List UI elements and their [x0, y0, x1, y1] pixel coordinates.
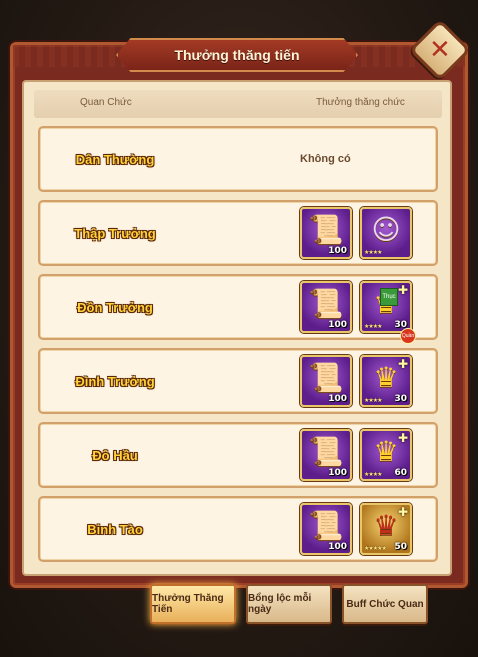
header-rank: Quan Chức: [80, 97, 132, 108]
close-icon: ✕: [429, 34, 451, 65]
title-banner: Thưởng thăng tiến: [116, 38, 358, 72]
hero-reward-item[interactable]: ☺ ★★★★: [360, 207, 412, 259]
faction-tag: Thục: [380, 288, 398, 306]
reward-panel: Quan Chức Thưởng thăng chức Dân Thường K…: [22, 80, 452, 576]
scroll-icon: 📜: [308, 435, 344, 468]
item-quantity: 100: [328, 246, 347, 256]
tab-official-buff[interactable]: Buff Chức Quan: [342, 584, 428, 624]
scroll-reward-item[interactable]: 📜 100: [300, 503, 352, 555]
table-row: Binh Tào 📜 100 ♛ ✚ ★★★★★ 50: [38, 496, 438, 562]
scroll-reward-item[interactable]: 📜 100: [300, 281, 352, 333]
table-row: Đô Hầu 📜 100 ♛ ✚ ★★★★ 60: [38, 422, 438, 488]
table-row: Thập Trưởng 📜 100 ☺ ★★★★: [38, 200, 438, 266]
fragment-plus-icon: ✚: [397, 283, 408, 297]
rank-name: Đình Trưởng: [75, 373, 155, 389]
table-row: Đình Trưởng 📜 100 ♛ ✚ ★★★★ 30: [38, 348, 438, 414]
item-stars: ★★★★: [364, 249, 382, 256]
fragment-plus-icon: ✚: [397, 357, 408, 371]
table-header: Quan Chức Thưởng thăng chức: [34, 90, 442, 118]
bottom-tabs: Thưởng Thăng Tiến Bổng lộc mỗi ngày Buff…: [0, 584, 478, 628]
window-title: Thưởng thăng tiến: [174, 47, 300, 63]
item-quantity: 100: [328, 542, 347, 552]
hero-fragment-reward-item[interactable]: ♛ ✚ ★★★★★ 50: [360, 503, 412, 555]
rank-name: Dân Thường: [75, 151, 155, 167]
fragment-plus-icon: ✚: [397, 431, 408, 445]
tab-promotion-reward[interactable]: Thưởng Thăng Tiến: [150, 584, 236, 624]
rank-name: Binh Tào: [87, 521, 143, 537]
fragment-plus-icon: ✚: [397, 505, 408, 519]
scroll-reward-item[interactable]: 📜 100: [300, 429, 352, 481]
scroll-icon: 📜: [308, 213, 344, 246]
scroll-icon: 📜: [308, 509, 344, 542]
item-quantity: 100: [328, 320, 347, 330]
scroll-icon: 📜: [308, 361, 344, 394]
item-stars: ★★★★: [364, 397, 382, 404]
item-quantity: 100: [328, 468, 347, 478]
rank-name: Thập Trưởng: [74, 225, 156, 241]
tab-daily-salary[interactable]: Bổng lộc mỗi ngày: [246, 584, 332, 624]
rank-name: Đồn Trưởng: [77, 299, 153, 315]
item-stars: ★★★★: [364, 471, 382, 478]
header-reward: Thưởng thăng chức: [316, 97, 405, 108]
scroll-reward-item[interactable]: 📜 100: [300, 355, 352, 407]
hero-fragment-reward-item[interactable]: ♛ ✚ ★★★★ 60: [360, 429, 412, 481]
scroll-icon: 📜: [308, 287, 344, 320]
table-row: Đồn Trưởng 📜 100 ♛ ✚ ★★★★ 30: [38, 274, 438, 340]
item-quantity: 30: [394, 394, 407, 404]
rank-name: Đô Hầu: [92, 447, 138, 463]
table-row: Dân Thường Không có: [38, 126, 438, 192]
hero-fragment-reward-item[interactable]: ♛ ✚ ★★★★ 30: [360, 355, 412, 407]
hero-portrait-icon: ☺: [371, 213, 401, 246]
item-quantity: 60: [394, 468, 407, 478]
item-quantity: 50: [394, 542, 407, 552]
item-quantity: 100: [328, 394, 347, 404]
no-reward-text: Không có: [300, 153, 351, 165]
scroll-reward-item[interactable]: 📜 100: [300, 207, 352, 259]
item-stars: ★★★★★: [364, 545, 387, 552]
hero-badge: Quần: [400, 328, 416, 344]
item-stars: ★★★★: [364, 323, 382, 330]
